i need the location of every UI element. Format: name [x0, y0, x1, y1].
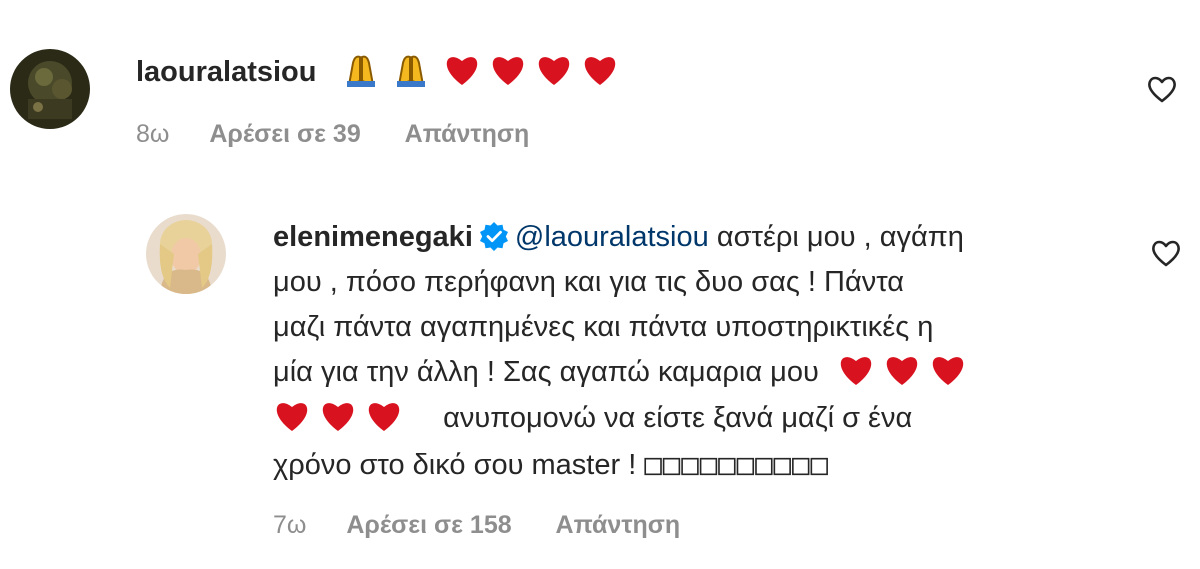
red-heart-emoji — [492, 57, 523, 85]
reply-button[interactable]: Απάντηση — [556, 511, 681, 540]
comments-panel: laouralatsiou 8ω Αρέσει σε 39 Απάντηση e… — [0, 0, 1200, 569]
username[interactable]: laouralatsiou — [136, 56, 317, 88]
likes-count[interactable]: Αρέσει σε 39 — [209, 120, 360, 149]
likes-count[interactable]: Αρέσει σε 158 — [346, 511, 511, 540]
unsupported-glyphs: □□□□□□□□□□ — [644, 447, 829, 481]
red-heart-emoji — [840, 357, 872, 385]
verified-badge-icon — [479, 222, 508, 251]
red-heart-emoji — [368, 403, 400, 431]
comment-time: 8ω — [136, 120, 170, 148]
folded-hands-emoji — [346, 55, 375, 87]
heart-outline-icon[interactable] — [1150, 237, 1182, 269]
comment-text-line: μαζι πάντα αγαπημένες και πάντα υποστηρι… — [273, 311, 934, 343]
comment-text: laouralatsiou — [136, 50, 627, 94]
mention-link[interactable]: @laouralatsiou — [515, 221, 709, 253]
avatar[interactable] — [10, 49, 90, 129]
comment-text: elenimenegaki @laouralatsiou αστέρι μου … — [273, 215, 964, 259]
comment-meta: 8ω Αρέσει σε 39 Απάντηση — [136, 120, 529, 149]
reply-button[interactable]: Απάντηση — [405, 120, 530, 149]
folded-hands-emoji — [396, 55, 425, 87]
red-heart-emoji — [322, 403, 354, 431]
red-heart-emoji — [276, 403, 308, 431]
comment-text-line: αστέρι μου , αγάπη — [708, 221, 964, 253]
comment-text-line: μία για την άλλη ! Σας αγαπώ καμαρια μου — [273, 356, 819, 388]
comment-text-line-wrapper: ανυπομονώ να είστε ξανά μαζί σ ένα — [273, 396, 912, 440]
username[interactable]: elenimenegaki — [273, 221, 473, 253]
comment-text-line-wrapper: μία για την άλλη ! Σας αγαπώ καμαρια μου — [273, 350, 975, 394]
comment-text-line: ανυπομονώ να είστε ξανά μαζί σ ένα — [443, 402, 913, 434]
comment-text-line: μου , πόσο περήφανη και για τις δυο σας … — [273, 266, 905, 298]
comment-meta: 7ω Αρέσει σε 158 Απάντηση — [273, 511, 680, 540]
red-heart-emoji — [886, 357, 918, 385]
red-heart-emoji — [538, 57, 569, 85]
avatar[interactable] — [146, 214, 226, 294]
red-heart-emoji — [932, 357, 964, 385]
red-heart-emoji — [446, 57, 477, 85]
comment-time: 7ω — [273, 511, 307, 539]
heart-outline-icon[interactable] — [1146, 73, 1178, 105]
comment-text-line: χρόνο στο δικό σου master ! — [273, 449, 645, 481]
comment-text-line-wrapper: χρόνο στο δικό σου master ! □□□□□□□□□□ — [273, 442, 829, 487]
red-heart-emoji — [584, 57, 615, 85]
